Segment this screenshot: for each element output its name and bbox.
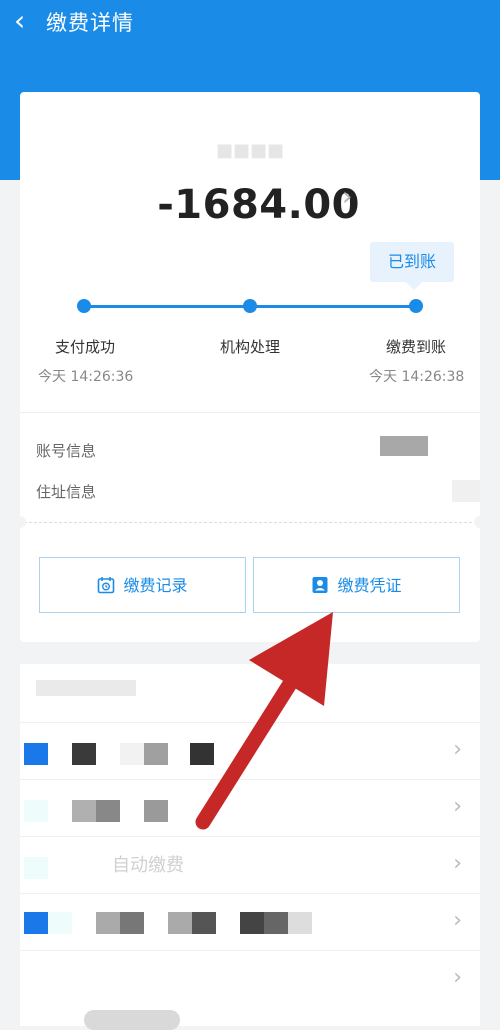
home-indicator xyxy=(84,1010,180,1030)
annotation-arrow xyxy=(195,612,333,830)
